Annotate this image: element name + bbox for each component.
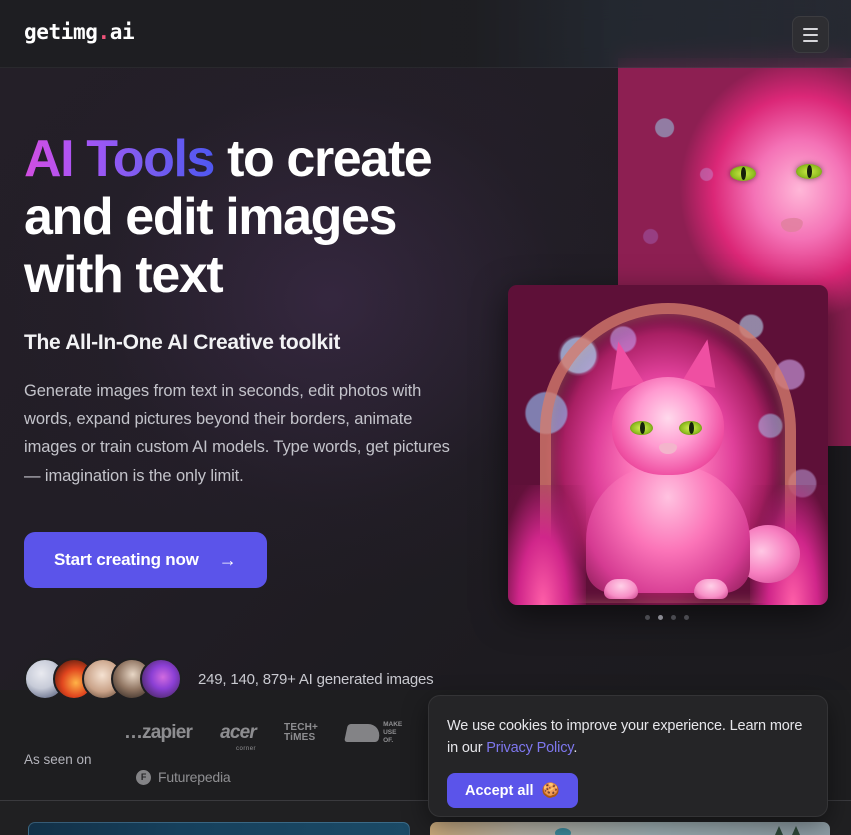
page-root: getimg.ai AI Tools to create and edit im… bbox=[0, 0, 851, 835]
art-cat-head bbox=[612, 377, 724, 475]
futurepedia-label: Futurepedia bbox=[158, 769, 231, 785]
hero-paragraph: Generate images from text in seconds, ed… bbox=[24, 381, 450, 485]
art-cat-pupil-left bbox=[640, 422, 645, 434]
avatar-group bbox=[24, 658, 182, 700]
brand-logo-row-1: zapier acer corner TECH+ TiMES MAKE USE O… bbox=[124, 716, 434, 752]
make-use-of-text: MAKE USE OF. bbox=[383, 721, 402, 745]
acer-corner-logo: acer corner bbox=[220, 722, 257, 752]
acer-word: acer bbox=[220, 722, 257, 743]
generated-images-count: 249, 140, 879+ AI generated images bbox=[198, 670, 434, 688]
accept-all-button[interactable]: Accept all 🍪 bbox=[447, 773, 578, 808]
hero-showcase-image[interactable] bbox=[508, 285, 828, 605]
bg-cat-pupil-left bbox=[741, 167, 746, 180]
site-header: getimg.ai bbox=[0, 0, 851, 68]
tech-times-logo: TECH+ TiMES bbox=[284, 722, 318, 744]
logo-suffix: ai bbox=[109, 20, 135, 44]
social-proof: 249, 140, 879+ AI generated images bbox=[24, 658, 434, 700]
cta-label: Start creating now bbox=[54, 550, 199, 570]
carousel-dot-4[interactable] bbox=[684, 615, 689, 620]
art-cat-paw-right bbox=[694, 579, 728, 599]
muo-line-3: OF. bbox=[383, 737, 394, 745]
bg-cat-pupil-right bbox=[807, 165, 812, 178]
make-use-of-shape bbox=[344, 724, 383, 742]
accept-all-label: Accept all bbox=[465, 782, 534, 799]
carousel-dots bbox=[645, 615, 689, 620]
next-section-card-right[interactable] bbox=[430, 822, 830, 835]
cookie-text-after: . bbox=[573, 739, 578, 756]
hamburger-menu-icon[interactable] bbox=[792, 16, 829, 53]
art-cat-body bbox=[586, 465, 750, 593]
arrow-right-icon: → bbox=[218, 550, 237, 571]
next-section-card-left[interactable] bbox=[28, 822, 410, 835]
avatar bbox=[140, 658, 182, 700]
make-use-of-logo: MAKE USE OF. bbox=[344, 721, 402, 745]
cookie-icon: 🍪 bbox=[541, 783, 560, 799]
start-creating-button[interactable]: Start creating now → bbox=[24, 532, 267, 589]
hamburger-bar-1 bbox=[803, 27, 818, 30]
cookie-message: We use cookies to improve your experienc… bbox=[447, 716, 807, 760]
carousel-dot-3[interactable] bbox=[671, 615, 676, 620]
bg-cat-nose bbox=[780, 217, 804, 233]
hamburger-bar-3 bbox=[803, 39, 818, 42]
art-cat-paw-left bbox=[604, 579, 638, 599]
page-title: AI Tools to create and edit images with … bbox=[24, 130, 494, 305]
next-card-tree-2 bbox=[792, 826, 800, 835]
logo-dot: . bbox=[97, 20, 110, 44]
privacy-policy-link[interactable]: Privacy Policy bbox=[486, 740, 573, 756]
acer-sub: corner bbox=[236, 746, 257, 752]
hero-subheadline: The All-In-One AI Creative toolkit bbox=[24, 330, 341, 354]
brand-logo-row-2: F Futurepedia bbox=[124, 760, 434, 794]
next-card-tree-1 bbox=[775, 826, 783, 835]
futurepedia-badge-icon: F bbox=[136, 769, 151, 785]
carousel-dot-2[interactable] bbox=[658, 615, 663, 620]
futurepedia-logo: F Futurepedia bbox=[136, 769, 231, 785]
logo[interactable]: getimg.ai bbox=[24, 20, 135, 44]
muo-line-2: USE bbox=[383, 728, 397, 736]
art-cat-pupil-right bbox=[689, 422, 694, 434]
headline-gradient-text: AI Tools bbox=[24, 130, 215, 188]
hero-content: AI Tools to create and edit images with … bbox=[24, 130, 494, 589]
logo-main: getimg bbox=[24, 20, 98, 44]
zapier-logo: zapier bbox=[124, 722, 193, 744]
hamburger-bar-2 bbox=[803, 33, 818, 36]
art-foliage-left bbox=[508, 485, 586, 605]
muo-line-1: MAKE bbox=[383, 720, 403, 728]
carousel-dot-1[interactable] bbox=[645, 615, 650, 620]
as-seen-on-label: As seen on bbox=[24, 752, 92, 767]
next-card-accent bbox=[555, 828, 571, 835]
brand-logo-list: zapier acer corner TECH+ TiMES MAKE USE O… bbox=[124, 716, 434, 794]
cookie-consent-banner: We use cookies to improve your experienc… bbox=[428, 695, 828, 817]
tech-times-line-2: TiMES bbox=[284, 732, 316, 743]
